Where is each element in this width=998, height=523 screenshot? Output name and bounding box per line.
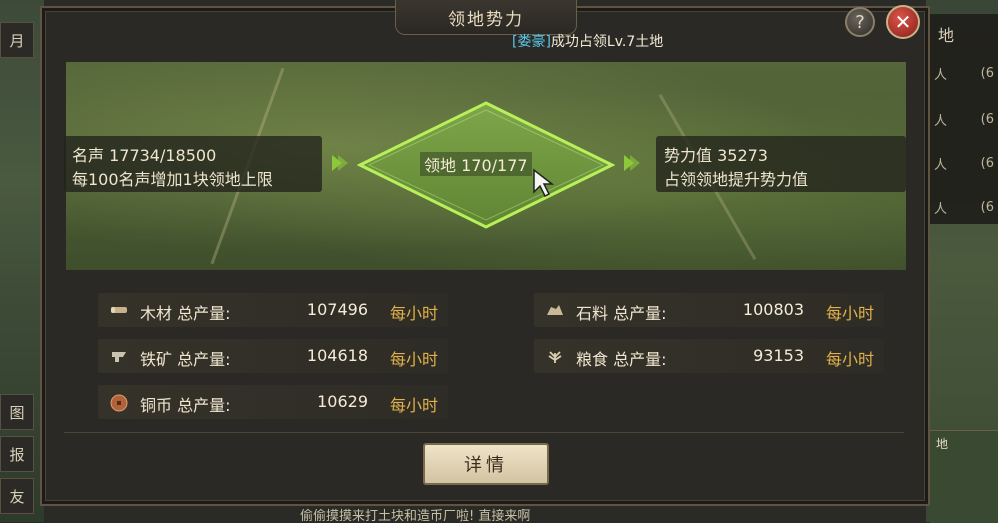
iron-icon — [110, 348, 128, 364]
bg-right-row: 人 (6 — [930, 104, 998, 134]
production-unit: 每小时 — [389, 350, 438, 369]
bg-right-row-left: 人 — [934, 113, 948, 129]
bg-tab-month[interactable]: 月 — [0, 22, 34, 58]
minimap-label: 地 — [936, 437, 949, 451]
close-button[interactable]: ✕ — [886, 5, 920, 39]
production-row-grain: 粮食 总产量: 93153 每小时 — [534, 339, 884, 373]
divider — [64, 432, 904, 433]
production-unit: 每小时 — [825, 304, 874, 323]
production-name: 铜币 总产量: — [140, 396, 231, 415]
production-unit: 每小时 — [825, 350, 874, 369]
production-row-wood: 木材 总产量: 107496 每小时 — [98, 293, 448, 327]
system-notice: [娄豪]成功占领Lv.7土地 — [512, 31, 663, 51]
copper-coin-icon — [110, 394, 128, 412]
production-name: 石料 总产量: — [576, 304, 667, 323]
bg-right-row-right: (6 — [980, 199, 994, 215]
stone-icon — [546, 302, 564, 318]
bg-right-row-left: 人 — [934, 157, 948, 173]
power-description: 占领领地提升势力值 — [664, 170, 809, 189]
dialog-title: 领地势力 — [395, 0, 577, 35]
arrow-right-icon — [630, 155, 640, 171]
bg-tab-map[interactable]: 图 — [0, 394, 34, 430]
bg-right-row-left: 人 — [934, 201, 948, 217]
grain-icon — [546, 348, 564, 364]
production-value: 10629 — [317, 392, 368, 411]
bg-right-row-left: 人 — [934, 67, 948, 83]
bg-tab-report[interactable]: 报 — [0, 436, 34, 472]
wood-icon — [110, 302, 128, 318]
help-button[interactable]: ? — [845, 7, 875, 37]
bg-right-row: 人 (6 — [930, 192, 998, 222]
pointer-cursor-icon — [532, 168, 556, 202]
production-name: 木材 总产量: — [140, 304, 231, 323]
bg-right-row-right: (6 — [980, 155, 994, 171]
minimap[interactable]: 地 — [930, 430, 998, 523]
production-row-copper: 铜币 总产量: 10629 每小时 — [98, 385, 448, 419]
details-button[interactable]: 详情 — [423, 443, 549, 485]
production-name: 粮食 总产量: — [576, 350, 667, 369]
production-unit: 每小时 — [389, 304, 438, 323]
production-value: 104618 — [306, 346, 368, 365]
arrow-right-icon — [338, 155, 348, 171]
bg-right-header: 地 — [938, 26, 955, 45]
bg-tab-friends[interactable]: 友 — [0, 478, 34, 514]
production-name: 铁矿 总产量: — [140, 350, 231, 369]
notice-player-tag: [娄豪] — [512, 34, 551, 50]
fame-description: 每100名声增加1块领地上限 — [72, 170, 273, 189]
bg-right-row-right: (6 — [980, 65, 994, 81]
production-row-stone: 石料 总产量: 100803 每小时 — [534, 293, 884, 327]
chat-ticker: 偷偷摸摸来打土块和造币厂啦! 直接来啊 — [300, 509, 531, 522]
notice-text: 成功占领Lv.7土地 — [550, 34, 664, 50]
production-row-iron: 铁矿 总产量: 104618 每小时 — [98, 339, 448, 373]
production-value: 100803 — [742, 300, 804, 319]
fame-value: 名声 17734/18500 — [72, 146, 217, 165]
territory-count: 领地 170/177 — [420, 152, 532, 176]
bg-right-row: 人 (6 — [930, 58, 998, 88]
production-unit: 每小时 — [389, 396, 438, 415]
bg-right-row: 人 (6 — [930, 148, 998, 178]
bg-right-row-right: (6 — [980, 111, 994, 127]
production-value: 93153 — [753, 346, 804, 365]
production-value: 107496 — [306, 300, 368, 319]
power-value: 势力值 35273 — [664, 146, 768, 165]
